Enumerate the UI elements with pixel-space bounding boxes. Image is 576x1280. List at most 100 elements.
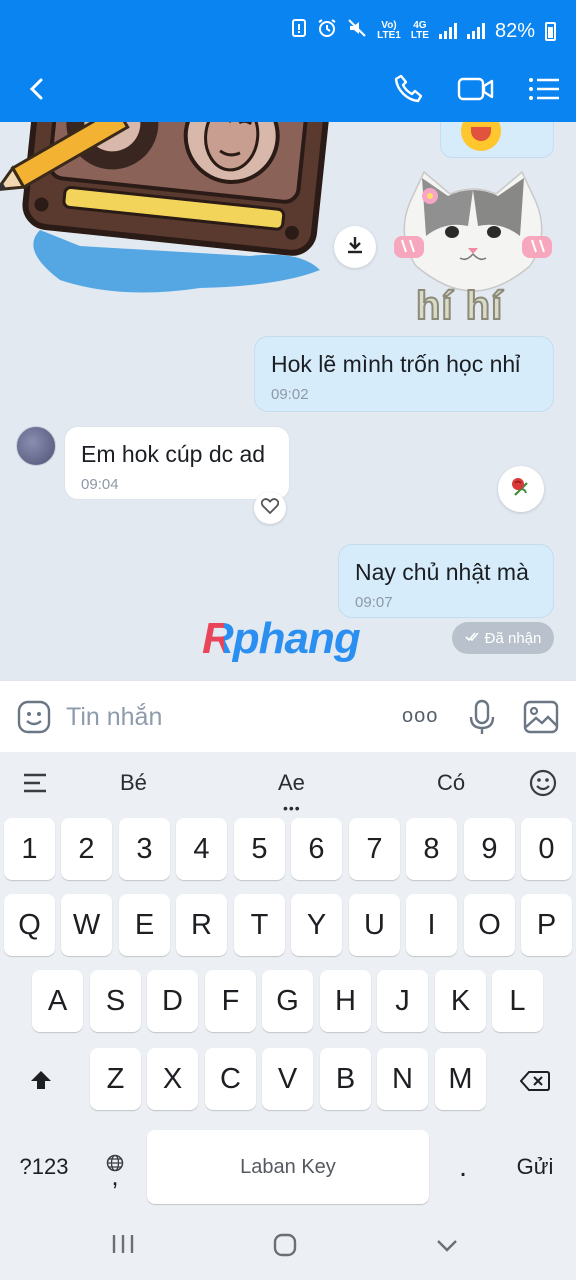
key-v[interactable]: V — [262, 1048, 313, 1110]
sticker-button[interactable] — [16, 699, 52, 735]
more-options-button[interactable]: ooo — [402, 705, 438, 728]
key-i[interactable]: I — [406, 894, 457, 956]
key-l[interactable]: L — [492, 970, 543, 1032]
key-n[interactable]: N — [377, 1048, 428, 1110]
mute-icon — [347, 18, 367, 44]
radio-sticker-image-icon — [0, 122, 335, 293]
backspace-key[interactable] — [498, 1052, 572, 1114]
key-r[interactable]: R — [176, 894, 227, 956]
space-key[interactable]: Laban Key — [147, 1130, 429, 1204]
keyboard-menu-icon — [22, 773, 48, 798]
radio-sticker[interactable] — [0, 122, 336, 300]
key-6[interactable]: 6 — [291, 818, 342, 880]
seen-status-text: Đã nhận — [484, 629, 542, 647]
message-bubble-incoming[interactable]: Em hok cúp dc ad 09:04 — [64, 426, 290, 500]
key-5[interactable]: 5 — [234, 818, 285, 880]
symbols-key[interactable]: ?123 — [4, 1136, 84, 1198]
message-bubble-outgoing[interactable]: Hok lẽ mình trốn học nhỉ 09:02 — [254, 336, 554, 412]
key-c[interactable]: C — [205, 1048, 256, 1110]
message-input[interactable]: Tin nhắn — [66, 703, 162, 732]
back-button[interactable] — [434, 1232, 460, 1258]
shift-arrow-icon — [29, 1067, 53, 1100]
key-x[interactable]: X — [147, 1048, 198, 1110]
home-button[interactable] — [272, 1232, 298, 1258]
key-0[interactable]: 0 — [521, 818, 572, 880]
send-key[interactable]: Gửi — [498, 1136, 572, 1198]
watermark-logo: Rphang — [202, 614, 361, 663]
suggestion-item[interactable]: Ae — [278, 770, 305, 796]
microphone-icon — [466, 699, 498, 741]
key-8[interactable]: 8 — [406, 818, 457, 880]
key-j[interactable]: J — [377, 970, 428, 1032]
keyboard-menu-button[interactable] — [22, 772, 48, 794]
volte-bottom: LTE1 — [377, 30, 401, 41]
message-bubble-outgoing[interactable]: Nay chủ nhật mà 09:07 — [338, 544, 554, 618]
message-text: Nay chủ nhật mà — [355, 559, 529, 585]
system-nav-bar — [0, 1208, 576, 1280]
emoji-keyboard-button[interactable] — [528, 768, 558, 798]
menu-list-icon[interactable] — [524, 70, 564, 108]
key-p[interactable]: P — [521, 894, 572, 956]
key-w[interactable]: W — [61, 894, 112, 956]
emoji-smile-icon — [528, 769, 558, 802]
voice-record-button[interactable] — [466, 699, 498, 737]
video-call-icon[interactable] — [456, 70, 496, 108]
battery-level: 82% — [494, 19, 535, 42]
sticker-smile-icon — [16, 700, 52, 739]
avatar[interactable] — [16, 426, 56, 466]
key-q[interactable]: Q — [4, 894, 55, 956]
sticker-caption: hí hí — [415, 283, 504, 329]
back-arrow-icon[interactable] — [18, 70, 58, 108]
key-y[interactable]: Y — [291, 894, 342, 956]
image-gallery-icon — [522, 700, 560, 739]
rose-reaction-button[interactable] — [498, 466, 544, 512]
key-t[interactable]: T — [234, 894, 285, 956]
cat-face-icon — [394, 170, 552, 292]
download-button[interactable] — [334, 226, 376, 268]
key-h[interactable]: H — [320, 970, 371, 1032]
key-9[interactable]: 9 — [464, 818, 515, 880]
recent-apps-button[interactable] — [110, 1232, 136, 1256]
key-a[interactable]: A — [32, 970, 83, 1032]
key-g[interactable]: G — [262, 970, 313, 1032]
download-icon — [345, 235, 365, 260]
suggestion-item[interactable]: Có — [437, 770, 465, 796]
key-1[interactable]: 1 — [4, 818, 55, 880]
key-b[interactable]: B — [320, 1048, 371, 1110]
key-o[interactable]: O — [464, 894, 515, 956]
key-z[interactable]: Z — [90, 1048, 141, 1110]
recent-apps-icon — [110, 1235, 136, 1260]
key-7[interactable]: 7 — [349, 818, 400, 880]
key-f[interactable]: F — [205, 970, 256, 1032]
shift-key[interactable] — [4, 1052, 78, 1114]
sim-alert-icon — [291, 19, 307, 43]
emoji-sticker-bubble[interactable] — [440, 122, 554, 158]
status-bar: Vo) LTE1 4G LTE 82% — [0, 0, 576, 56]
chat-header — [0, 56, 576, 122]
key-k[interactable]: K — [435, 970, 486, 1032]
cat-sticker[interactable]: hí hí — [390, 166, 556, 336]
chevron-down-icon — [434, 1240, 460, 1262]
key-s[interactable]: S — [90, 970, 141, 1032]
comma-key[interactable]: , — [92, 1136, 138, 1198]
key-m[interactable]: M — [435, 1048, 486, 1110]
gallery-button[interactable] — [522, 699, 560, 735]
keyboard: Bé Ae ••• Có 1 2 3 4 5 6 7 8 9 0 Q W E R… — [0, 752, 576, 1280]
comma-label: , — [111, 1161, 119, 1191]
key-2[interactable]: 2 — [61, 818, 112, 880]
key-u[interactable]: U — [349, 894, 400, 956]
react-heart-button[interactable] — [254, 492, 286, 524]
key-d[interactable]: D — [147, 970, 198, 1032]
signal-2-icon — [466, 23, 485, 39]
key-4[interactable]: 4 — [176, 818, 227, 880]
home-icon — [272, 1233, 298, 1262]
volte-indicator: Vo) LTE1 — [377, 21, 401, 41]
key-3[interactable]: 3 — [119, 818, 170, 880]
key-e[interactable]: E — [119, 894, 170, 956]
chat-messages-area[interactable]: hí hí Hok lẽ mình trốn học nhỉ 09:02 Em … — [0, 122, 576, 680]
period-key[interactable]: . — [440, 1136, 486, 1198]
suggestion-item[interactable]: Bé — [120, 770, 147, 796]
rose-icon — [507, 473, 535, 506]
phone-icon[interactable] — [388, 70, 428, 108]
battery-icon — [545, 21, 556, 41]
